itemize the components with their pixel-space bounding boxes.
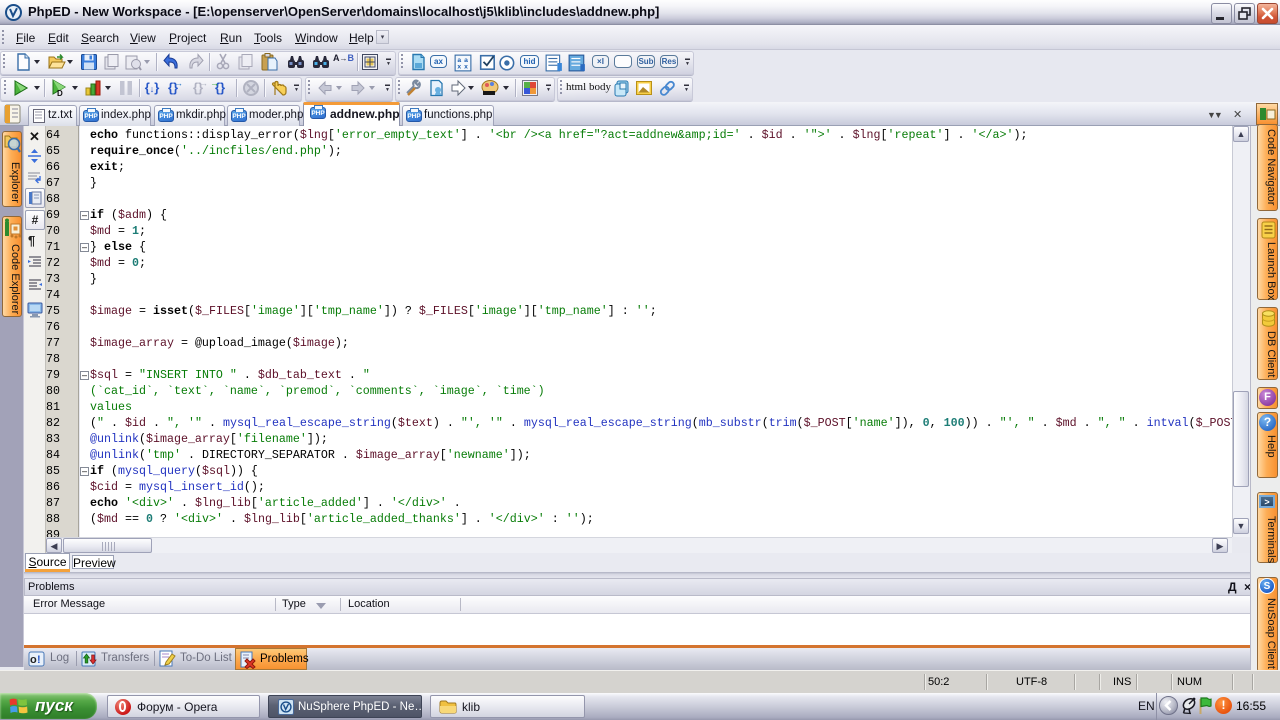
svg-text:x: x xyxy=(457,64,461,71)
svg-text:x: x xyxy=(464,64,468,71)
svg-text:!: ! xyxy=(37,654,41,666)
svg-text:D: D xyxy=(57,89,63,97)
svg-text:o: o xyxy=(30,654,37,666)
